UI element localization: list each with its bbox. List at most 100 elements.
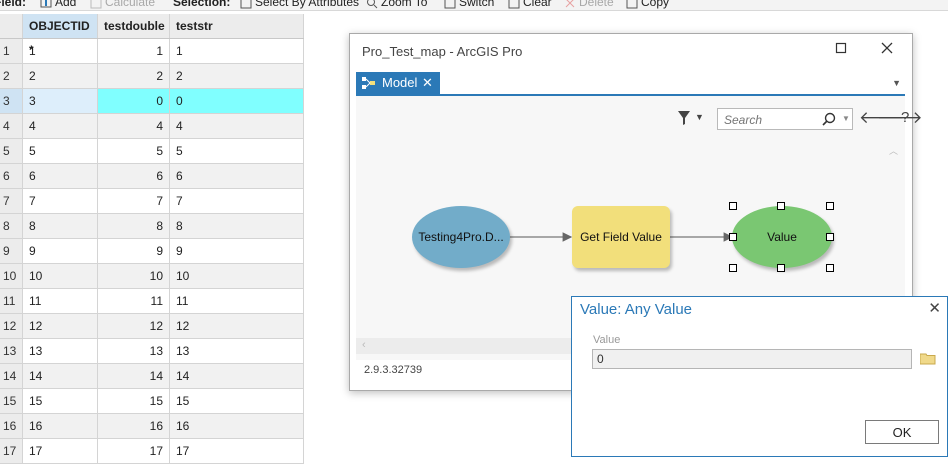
row-number-cell[interactable]: 8 (0, 214, 23, 239)
testdouble-cell[interactable]: 11 (98, 289, 170, 314)
table-row[interactable]: 17 17 17 17 (0, 439, 304, 464)
add-field-button[interactable]: Add (40, 0, 76, 9)
teststr-cell[interactable]: 8 (170, 214, 304, 239)
testdouble-cell[interactable]: 17 (98, 439, 170, 464)
switch-selection-button[interactable]: Switch (444, 0, 494, 9)
teststr-cell[interactable]: 12 (170, 314, 304, 339)
resize-handle[interactable] (777, 202, 785, 210)
resize-handle[interactable] (826, 264, 834, 272)
teststr-cell[interactable]: 2 (170, 64, 304, 89)
testdouble-cell[interactable]: 7 (98, 189, 170, 214)
close-window-button[interactable] (874, 39, 900, 61)
objectid-cell[interactable]: 5 (23, 139, 98, 164)
clear-selection-button[interactable]: Clear (508, 0, 552, 9)
row-number-cell[interactable]: 14 (0, 364, 23, 389)
value-field[interactable] (592, 349, 912, 369)
testdouble-cell[interactable]: 6 (98, 164, 170, 189)
objectid-cell[interactable]: 10 (23, 264, 98, 289)
model-node-get-field-value[interactable]: Get Field Value (572, 206, 670, 268)
objectid-cell[interactable]: 8 (23, 214, 98, 239)
column-header-testdouble[interactable]: testdouble (98, 14, 170, 38)
objectid-cell[interactable]: 2 (23, 64, 98, 89)
table-row[interactable]: 6666 (0, 164, 304, 189)
teststr-cell[interactable]: 11 (170, 289, 304, 314)
copy-selection-button[interactable]: Copy (626, 0, 669, 9)
table-row[interactable]: 4444 (0, 114, 304, 139)
model-node-input[interactable]: Testing4Pro.D... (412, 206, 510, 268)
table-row[interactable]: 13 13 13 13 (0, 339, 304, 364)
table-row[interactable]: 7777 (0, 189, 304, 214)
table-row[interactable]: 2222 (0, 64, 304, 89)
folder-browse-icon[interactable] (920, 353, 936, 365)
column-header-teststr[interactable]: teststr (170, 14, 304, 38)
testdouble-cell[interactable]: 9 (98, 239, 170, 264)
testdouble-cell[interactable]: 16 (98, 414, 170, 439)
teststr-cell[interactable]: 1 (170, 39, 304, 64)
row-number-cell[interactable]: 9 (0, 239, 23, 264)
resize-handle[interactable] (729, 264, 737, 272)
teststr-cell[interactable]: 13 (170, 339, 304, 364)
teststr-cell[interactable]: 16 (170, 414, 304, 439)
teststr-cell[interactable]: 10 (170, 264, 304, 289)
zoom-to-button[interactable]: Zoom To (366, 0, 427, 9)
row-number-cell[interactable]: 2 (0, 64, 23, 89)
table-row[interactable]: 12 12 12 12 (0, 314, 304, 339)
column-header-objectid[interactable]: OBJECTID * (23, 14, 98, 57)
scroll-left-icon[interactable]: ‹ (362, 339, 366, 351)
table-row[interactable]: 8888 (0, 214, 304, 239)
teststr-cell[interactable]: 9 (170, 239, 304, 264)
objectid-cell[interactable]: 13 (23, 339, 98, 364)
objectid-cell[interactable]: 3 (23, 89, 98, 114)
testdouble-cell[interactable]: 8 (98, 214, 170, 239)
delete-selection-button[interactable]: Delete (564, 0, 614, 9)
teststr-cell[interactable]: 0 (170, 89, 304, 114)
objectid-cell[interactable]: 7 (23, 189, 98, 214)
objectid-cell[interactable]: 6 (23, 164, 98, 189)
row-number-cell[interactable]: 10 (0, 264, 23, 289)
table-row[interactable]: 15 15 15 15 (0, 389, 304, 414)
model-node-value[interactable]: Value (732, 206, 832, 268)
row-number-cell[interactable]: 7 (0, 189, 23, 214)
table-row[interactable]: 3300 (0, 89, 304, 114)
resize-handle[interactable] (777, 264, 785, 272)
objectid-cell[interactable]: 9 (23, 239, 98, 264)
row-number-cell[interactable]: 1 (0, 39, 23, 64)
table-row[interactable]: 10 10 10 10 (0, 264, 304, 289)
row-number-cell[interactable]: 16 (0, 414, 23, 439)
teststr-cell[interactable]: 4 (170, 114, 304, 139)
teststr-cell[interactable]: 7 (170, 189, 304, 214)
row-number-cell[interactable]: 12 (0, 314, 23, 339)
row-number-cell[interactable]: 6 (0, 164, 23, 189)
row-number-cell[interactable]: 17 (0, 439, 23, 464)
maximize-button[interactable] (828, 39, 854, 61)
row-number-cell[interactable]: 5 (0, 139, 23, 164)
table-row[interactable]: 1111 (0, 39, 304, 64)
row-number-cell[interactable]: 15 (0, 389, 23, 414)
testdouble-cell[interactable]: 15 (98, 389, 170, 414)
calculate-field-button[interactable]: Calculate (90, 0, 155, 9)
close-tab-icon[interactable]: ✕ (422, 72, 433, 94)
resize-handle[interactable] (826, 233, 834, 241)
row-number-cell[interactable]: 13 (0, 339, 23, 364)
objectid-cell[interactable]: 4 (23, 114, 98, 139)
teststr-cell[interactable]: 6 (170, 164, 304, 189)
testdouble-cell[interactable]: 2 (98, 64, 170, 89)
resize-handle[interactable] (729, 233, 737, 241)
objectid-cell[interactable]: 11 (23, 289, 98, 314)
testdouble-cell[interactable]: 5 (98, 139, 170, 164)
row-number-cell[interactable]: 11 (0, 289, 23, 314)
testdouble-cell[interactable]: 0 (98, 89, 170, 114)
objectid-cell[interactable]: 16 (23, 414, 98, 439)
tab-menu-chevron-down-icon[interactable]: ▼ (892, 78, 901, 88)
popup-close-icon[interactable]: ✕ (928, 299, 941, 317)
objectid-cell[interactable]: 15 (23, 389, 98, 414)
testdouble-cell[interactable]: 10 (98, 264, 170, 289)
teststr-cell[interactable]: 5 (170, 139, 304, 164)
tab-model[interactable]: Model ✕ (356, 72, 440, 94)
resize-handle[interactable] (729, 202, 737, 210)
testdouble-cell[interactable]: 4 (98, 114, 170, 139)
table-row[interactable]: 14 14 14 14 (0, 364, 304, 389)
teststr-cell[interactable]: 17 (170, 439, 304, 464)
testdouble-cell[interactable]: 14 (98, 364, 170, 389)
objectid-cell[interactable]: 17 (23, 439, 98, 464)
